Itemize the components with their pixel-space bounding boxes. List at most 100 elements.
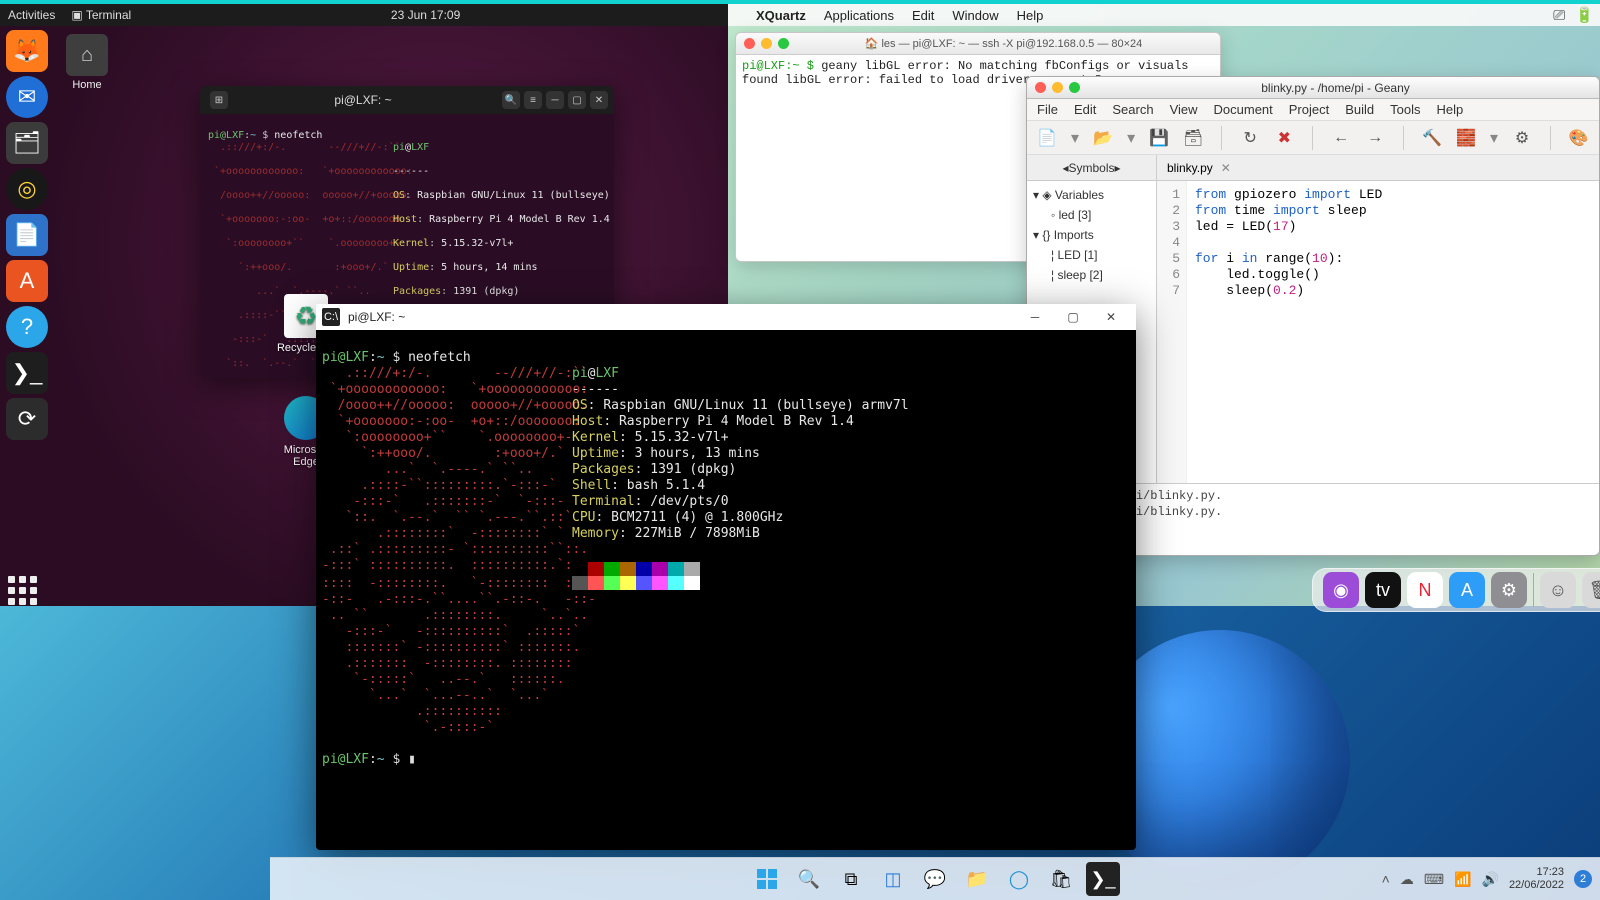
tray-onedrive-icon[interactable]: ☁	[1400, 871, 1414, 888]
dock-podcasts-icon[interactable]: ◉	[1323, 572, 1359, 608]
launcher-apps-grid-icon[interactable]	[8, 576, 46, 606]
terminal-taskbar-icon[interactable]: ❯_	[1086, 862, 1120, 896]
ubuntu-launcher: 🦊 ✉ 🗂 ◎ 📄 A ? ❯_ ⟳	[0, 26, 54, 606]
run-icon[interactable]: ⚙	[1512, 126, 1532, 150]
mac-menubar-right: ⎚ 🔋	[1553, 4, 1594, 26]
line-gutter: 1234567	[1157, 181, 1187, 483]
menu-item[interactable]: Help	[1437, 102, 1464, 117]
minimize-button[interactable]	[1052, 82, 1063, 93]
menubar-item[interactable]: Edit	[912, 8, 934, 23]
screenshare-icon[interactable]: ⎚	[1553, 7, 1565, 24]
reload-icon[interactable]: ↻	[1240, 126, 1260, 150]
new-tab-button[interactable]: ⊞	[210, 91, 228, 109]
sym-group[interactable]: ▾ ◈ Variables	[1033, 185, 1150, 205]
dock-finder-icon[interactable]: ☺	[1540, 572, 1576, 608]
menu-item[interactable]: File	[1037, 102, 1058, 117]
edge-taskbar-icon[interactable]: ◯	[1002, 862, 1036, 896]
sym-item[interactable]: ¦ LED [1]	[1033, 245, 1150, 265]
dock-settings-icon[interactable]: ⚙	[1491, 572, 1527, 608]
sym-item[interactable]: ◦ led [3]	[1033, 205, 1150, 225]
menu-item[interactable]: Edit	[1074, 102, 1096, 117]
start-button[interactable]	[750, 862, 784, 896]
explorer-icon[interactable]: 📁	[960, 862, 994, 896]
close-button[interactable]	[1035, 82, 1046, 93]
menu-item[interactable]: Project	[1289, 102, 1329, 117]
menu-icon[interactable]: ≡	[524, 91, 542, 109]
close-button[interactable]	[744, 38, 755, 49]
minimize-button[interactable]: ─	[546, 91, 564, 109]
tray-volume-icon[interactable]: 🔊	[1482, 871, 1499, 888]
search-icon[interactable]: 🔍	[792, 862, 826, 896]
window-title: pi@LXF: ~	[348, 310, 1016, 324]
new-file-icon[interactable]: 📄	[1037, 126, 1057, 150]
search-icon[interactable]: 🔍	[502, 91, 520, 109]
maximize-button[interactable]: ▢	[568, 91, 586, 109]
win-term-titlebar[interactable]: C:\ pi@LXF: ~ ─ ▢ ✕	[316, 304, 1136, 330]
launcher-rhythmbox-icon[interactable]: ◎	[6, 168, 48, 210]
menu-item[interactable]: Search	[1112, 102, 1153, 117]
build-icon[interactable]: 🧱	[1456, 126, 1476, 150]
desktop-home-icon[interactable]: ⌂ Home	[60, 34, 114, 91]
launcher-thunderbird-icon[interactable]: ✉	[6, 76, 48, 118]
menu-item[interactable]: View	[1170, 102, 1198, 117]
taskbar-clock[interactable]: 17:2322/06/2022	[1509, 866, 1564, 892]
sym-item[interactable]: ¦ sleep [2]	[1033, 265, 1150, 285]
menu-item[interactable]: Document	[1214, 102, 1273, 117]
menubar-app-name[interactable]: XQuartz	[756, 8, 806, 23]
save-all-icon[interactable]: 🗃	[1183, 126, 1203, 150]
launcher-help-icon[interactable]: ?	[6, 306, 48, 348]
launcher-files-icon[interactable]: 🗂	[6, 122, 48, 164]
minimize-button[interactable]	[761, 38, 772, 49]
maximize-button[interactable]	[778, 38, 789, 49]
chat-icon[interactable]: 💬	[918, 862, 952, 896]
tray-chevron-icon[interactable]: ˄	[1382, 871, 1390, 887]
dock-news-icon[interactable]: N	[1407, 572, 1443, 608]
geany-titlebar[interactable]: blinky.py - /home/pi - Geany	[1027, 77, 1599, 99]
ubuntu-topbar: Activities ▣ Terminal 23 Jun 17:09	[0, 4, 728, 26]
tray-wifi-icon[interactable]: 📶	[1454, 871, 1471, 888]
close-button[interactable]: ✕	[1092, 304, 1130, 330]
maximize-button[interactable]: ▢	[1054, 304, 1092, 330]
launcher-firefox-icon[interactable]: 🦊	[6, 30, 48, 72]
topbar-terminal[interactable]: ▣ Terminal	[71, 4, 131, 26]
menubar-item[interactable]: Help	[1017, 8, 1044, 23]
nav-back-icon[interactable]: ←	[1331, 126, 1351, 150]
notifications-badge[interactable]: 2	[1574, 870, 1592, 888]
launcher-update-icon[interactable]: ⟳	[6, 398, 48, 440]
mac-xterm-titlebar[interactable]: 🏠 les — pi@LXF: ~ — ssh -X pi@192.168.0.…	[736, 33, 1220, 55]
file-tab[interactable]: blinky.py	[1167, 161, 1213, 175]
nav-fwd-icon[interactable]: →	[1365, 126, 1385, 150]
menu-item[interactable]: Build	[1345, 102, 1374, 117]
dock-appstore-icon[interactable]: A	[1449, 572, 1485, 608]
code-area[interactable]: from gpiozero import LED from time impor…	[1187, 181, 1390, 483]
color-picker-icon[interactable]: 🎨	[1569, 126, 1589, 150]
close-tab-icon[interactable]: ✕	[1221, 161, 1231, 175]
geany-toolbar: 📄▾ 📂▾ 💾 🗃 ↻ ✖ ← → 🔨 🧱▾ ⚙ 🎨	[1027, 121, 1599, 155]
taskview-icon[interactable]: ⧉	[834, 862, 868, 896]
topbar-clock[interactable]: 23 Jun 17:09	[391, 4, 460, 26]
launcher-software-icon[interactable]: A	[6, 260, 48, 302]
open-file-icon[interactable]: 📂	[1093, 126, 1113, 150]
close-button[interactable]: ✕	[590, 91, 608, 109]
menubar-item[interactable]: Window	[952, 8, 998, 23]
maximize-button[interactable]	[1069, 82, 1080, 93]
symbols-tab[interactable]: ◂ Symbols ▸	[1027, 155, 1156, 181]
widgets-icon[interactable]: ◫	[876, 862, 910, 896]
gnome-terminal-titlebar[interactable]: ⊞ pi@LXF: ~ 🔍 ≡ ─ ▢ ✕	[200, 86, 614, 114]
launcher-terminal-icon[interactable]: ❯_	[6, 352, 48, 394]
minimize-button[interactable]: ─	[1016, 304, 1054, 330]
battery-icon[interactable]: 🔋	[1575, 6, 1594, 24]
store-icon[interactable]: 🛍	[1044, 862, 1078, 896]
dock-trash-icon[interactable]: 🗑	[1582, 572, 1600, 608]
dock-appletv-icon[interactable]: tv	[1365, 572, 1401, 608]
menu-item[interactable]: Tools	[1390, 102, 1420, 117]
menubar-item[interactable]: Applications	[824, 8, 894, 23]
close-file-icon[interactable]: ✖	[1274, 126, 1294, 150]
save-icon[interactable]: 💾	[1149, 126, 1169, 150]
compile-icon[interactable]: 🔨	[1422, 126, 1442, 150]
sym-group[interactable]: ▾ {} Imports	[1033, 225, 1150, 245]
launcher-writer-icon[interactable]: 📄	[6, 214, 48, 256]
terminal-body[interactable]: pi@LXF:~ $ neofetch .::///+:/-. --///+//…	[316, 330, 1136, 788]
activities-button[interactable]: Activities	[8, 4, 55, 26]
tray-lang-icon[interactable]: ⌨	[1424, 871, 1444, 888]
